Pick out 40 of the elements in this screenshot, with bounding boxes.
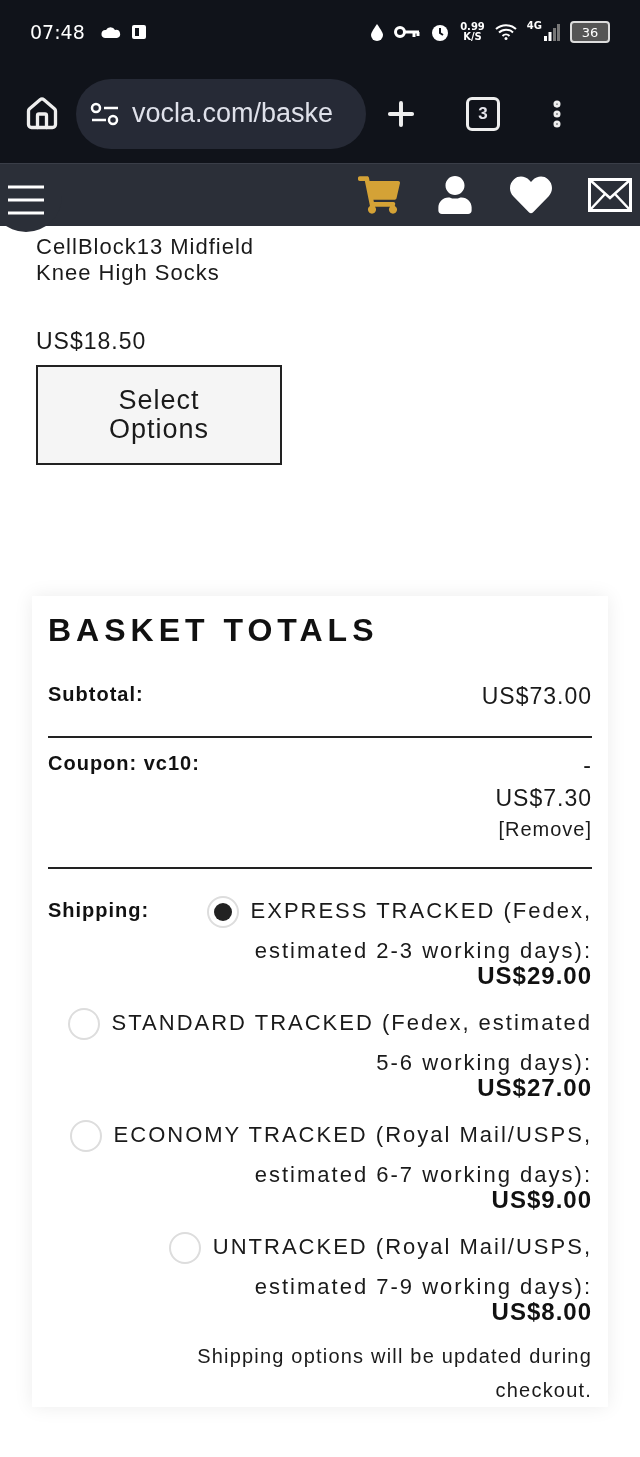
coupon-label: Coupon: vc10: [48,752,200,775]
heart-icon[interactable] [510,174,552,216]
home-icon[interactable] [24,95,60,132]
product-name[interactable]: CellBlock13 Midfield Knee High Socks [36,234,308,286]
shipping-radio[interactable] [206,896,239,929]
network-type: 4G [526,20,542,31]
subtotal-label: Subtotal: [48,683,144,706]
shipping-radio[interactable] [67,1008,100,1041]
cloud-icon [100,26,121,38]
discount-value: US$7.30 [495,785,592,812]
site-settings-icon[interactable] [90,100,120,127]
shipping-option-price: US$8.00 [491,1298,592,1325]
hamburger-icon[interactable] [6,184,46,216]
shipping-option-price: US$29.00 [477,962,592,989]
shipping-option-price: US$27.00 [477,1074,592,1101]
key-icon [394,25,421,39]
address-bar[interactable]: vocla.com/baske [76,78,366,149]
select-options-button[interactable]: Select Options [36,365,282,465]
user-icon[interactable] [436,176,474,214]
battery-level: 36 [570,21,610,43]
drop-icon [370,23,385,41]
network-speed: 0.99 K/S [460,22,485,42]
subtotal-value: US$73.00 [481,683,592,710]
basket-totals-title: BASKET TOTALS [48,612,380,649]
tab-count[interactable]: 3 [466,96,500,131]
product-price: US$18.50 [36,328,148,355]
shipping-option-price: US$9.00 [491,1186,592,1213]
shipping-note: Shipping options will be updated during checkout. [196,1344,592,1403]
status-time: 07:48 [30,21,85,43]
shipping-label: Shipping: [48,899,150,922]
alarm-icon [430,22,451,42]
signal-icon [544,23,560,41]
mail-icon[interactable] [588,178,632,212]
app-icon [130,24,147,40]
wifi-icon [494,24,517,40]
shipping-radio[interactable] [168,1232,201,1265]
discount-sign: - [583,752,592,779]
cart-icon[interactable] [358,174,400,216]
remove-coupon-link[interactable]: [Remove] [498,818,592,841]
shipping-radio[interactable] [69,1120,102,1153]
